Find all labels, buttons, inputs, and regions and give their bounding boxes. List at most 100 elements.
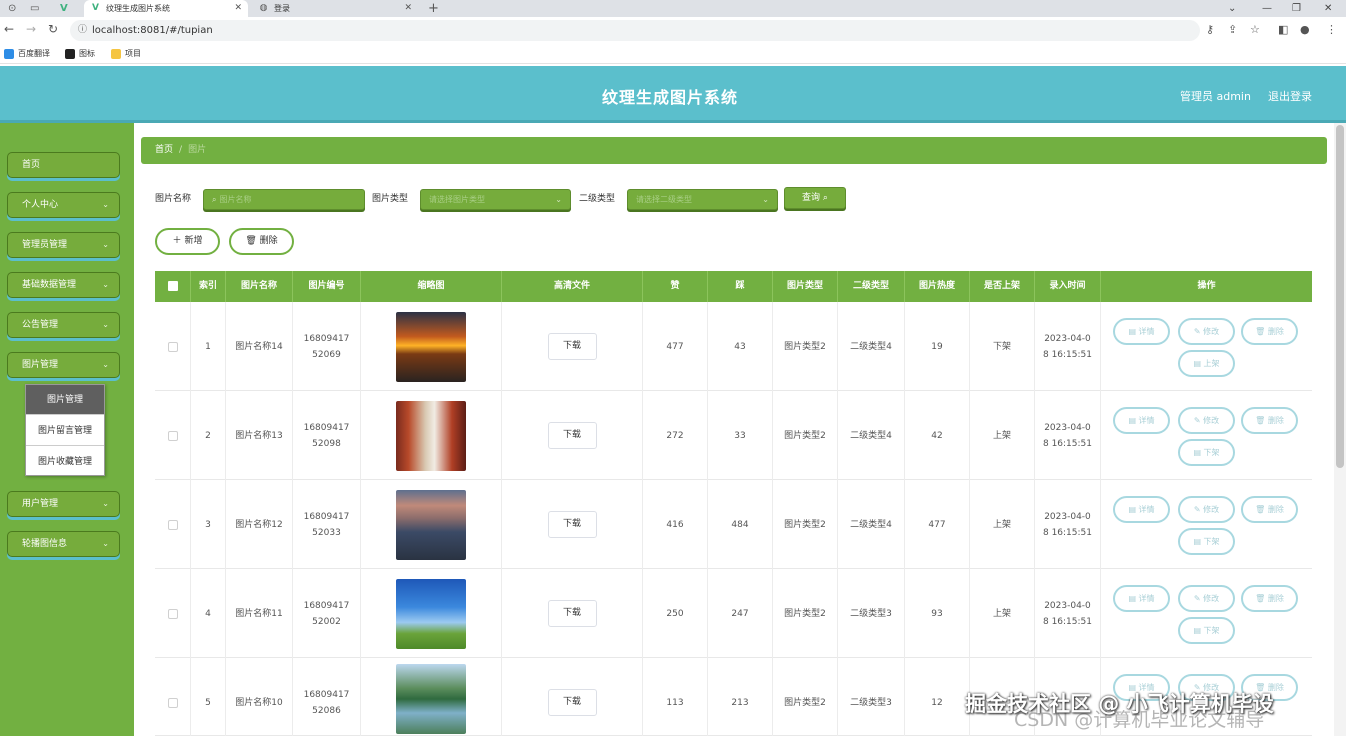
sidebar-item-images[interactable]: 图片管理 ⌄ [7, 352, 120, 378]
dislike-cell: 484 [708, 480, 773, 569]
submenu-image-management[interactable]: 图片管理 [26, 385, 104, 415]
sidebar-item-carousel[interactable]: 轮播图信息 ⌄ [7, 531, 120, 557]
thumbnail-image[interactable] [396, 664, 466, 734]
sidebar-item-home[interactable]: 首页 [7, 152, 120, 178]
download-button[interactable]: 下载 [547, 422, 597, 449]
row-checkbox[interactable] [167, 519, 178, 530]
sidebar-item-base-data[interactable]: 基础数据管理 ⌄ [7, 272, 120, 298]
download-button[interactable]: 下载 [547, 511, 597, 538]
tab-login[interactable]: ◍ 登录 ✕ [252, 0, 418, 17]
edit-button[interactable]: ✎ 修改 [1178, 585, 1235, 612]
download-button[interactable]: 下载 [547, 600, 597, 627]
index-cell: 2 [191, 391, 226, 480]
select-all-checkbox[interactable] [167, 281, 178, 291]
name-placeholder: 图片名称 [219, 195, 252, 204]
side-panel-icon[interactable]: ◧ [1278, 23, 1288, 36]
thumbnail-image[interactable] [396, 311, 466, 382]
sidebar-item-admins[interactable]: 管理员管理 ⌄ [7, 232, 120, 258]
tab-pinned[interactable]: V [54, 0, 84, 17]
toggle-shelf-button[interactable]: ▤ 下架 [1178, 617, 1235, 644]
row-delete-button[interactable]: 🗑 删除 [1241, 585, 1298, 612]
chevron-down-icon: ⌄ [102, 200, 109, 209]
star-icon[interactable]: ☆ [1250, 23, 1260, 36]
heat-cell: 477 [905, 480, 970, 569]
profile-icon[interactable]: ● [1300, 23, 1310, 36]
breadcrumb-home[interactable]: 首页 [155, 145, 173, 155]
share-icon[interactable]: ⇪ [1228, 23, 1237, 36]
row-delete-button[interactable]: 🗑 删除 [1241, 318, 1298, 345]
subtype-select[interactable]: 请选择二级类型 ⌄ [627, 189, 778, 210]
bookmark-item[interactable]: 项目 [111, 48, 141, 60]
toggle-shelf-button[interactable]: ▤ 上架 [1178, 350, 1235, 377]
row-delete-button[interactable]: 🗑 删除 [1241, 496, 1298, 523]
edit-button[interactable]: ✎ 修改 [1178, 407, 1235, 434]
like-cell: 416 [643, 480, 708, 569]
back-icon[interactable]: ← [4, 22, 14, 36]
toggle-shelf-button[interactable]: ▤ 下架 [1178, 439, 1235, 466]
thumbnail-image[interactable] [396, 578, 466, 649]
scrollbar-thumb[interactable] [1336, 125, 1344, 468]
chevron-down-icon[interactable]: ⌄ [1228, 0, 1236, 17]
row-checkbox[interactable] [167, 430, 178, 441]
logout-link[interactable]: 退出登录 [1268, 88, 1312, 104]
maximize-icon[interactable]: ❐ [1292, 0, 1301, 17]
doc-icon: ▤ [1128, 416, 1136, 425]
new-tab-button[interactable]: + [428, 0, 439, 17]
window-close-icon[interactable]: ✕ [1324, 0, 1332, 17]
detail-button[interactable]: ▤ 详情 [1113, 407, 1170, 434]
forward-icon[interactable]: → [26, 22, 36, 36]
type-cell: 图片类型2 [773, 480, 838, 569]
detail-button[interactable]: ▤ 详情 [1113, 496, 1170, 523]
bookmark-item[interactable]: 图标 [65, 48, 95, 60]
close-icon[interactable]: ✕ [404, 0, 412, 17]
thumbnail-image[interactable] [396, 489, 466, 560]
row-checkbox[interactable] [167, 608, 178, 619]
url-bar[interactable]: ⓘ localhost:8081/#/tupian [70, 20, 1200, 41]
sidebar-item-users[interactable]: 用户管理 ⌄ [7, 491, 120, 517]
doc-icon: ▤ [1128, 505, 1136, 514]
sidebar-item-notices[interactable]: 公告管理 ⌄ [7, 312, 120, 338]
tab-active[interactable]: V 纹理生成图片系统 ✕ [84, 0, 248, 17]
reload-icon[interactable]: ↻ [48, 22, 58, 36]
filter-subtype-label: 二级类型 [579, 194, 616, 204]
blank-tab-icon[interactable]: ▭ [30, 0, 39, 17]
status-text: 下架 [992, 341, 1011, 352]
tab-search-icon[interactable]: ⊙ [8, 0, 16, 17]
close-icon[interactable]: ✕ [234, 0, 242, 17]
index-cell: 1 [191, 302, 226, 391]
heat-text: 42 [931, 430, 943, 441]
chevron-down-icon: ⌄ [102, 539, 109, 548]
type-select[interactable]: 请选择图片类型 ⌄ [420, 189, 571, 210]
index-text: 4 [205, 608, 211, 619]
delete-button[interactable]: 🗑 删除 [229, 228, 294, 255]
type-placeholder: 请选择图片类型 [429, 195, 485, 204]
submenu-image-favorites[interactable]: 图片收藏管理 [26, 447, 104, 477]
sidebar-item-profile[interactable]: 个人中心 ⌄ [7, 192, 120, 218]
edit-button[interactable]: ✎ 修改 [1178, 318, 1235, 345]
file-cell: 下载 [502, 658, 643, 736]
name-search-input[interactable]: ⌕ 图片名称 [203, 189, 365, 210]
submenu-image-comments[interactable]: 图片留言管理 [26, 416, 104, 446]
detail-button[interactable]: ▤ 详情 [1113, 585, 1170, 612]
row-checkbox[interactable] [167, 697, 178, 708]
detail-button[interactable]: ▤ 详情 [1113, 318, 1170, 345]
download-button[interactable]: 下载 [547, 689, 597, 716]
query-button[interactable]: 查询 ⌕ [784, 187, 846, 209]
download-button[interactable]: 下载 [547, 333, 597, 360]
dislike-count: 43 [734, 341, 746, 352]
row-delete-button[interactable]: 🗑 删除 [1241, 407, 1298, 434]
more-icon[interactable]: ⋮ [1326, 23, 1337, 36]
pencil-icon: ✎ [1193, 505, 1201, 514]
add-button[interactable]: ＋ 新增 [155, 228, 220, 255]
status-cell: 上架 [970, 480, 1035, 569]
edit-button[interactable]: ✎ 修改 [1178, 496, 1235, 523]
index-text: 5 [205, 697, 211, 708]
code-cell: 16809417 52098 [293, 391, 361, 480]
key-icon[interactable]: ⚷ [1206, 23, 1214, 36]
heat-cell: 42 [905, 391, 970, 480]
thumbnail-image[interactable] [396, 400, 466, 471]
row-checkbox[interactable] [167, 341, 178, 352]
toggle-shelf-button[interactable]: ▤ 下架 [1178, 528, 1235, 555]
bookmark-item[interactable]: 百度翻译 [4, 48, 50, 60]
minimize-icon[interactable]: — [1262, 0, 1272, 17]
